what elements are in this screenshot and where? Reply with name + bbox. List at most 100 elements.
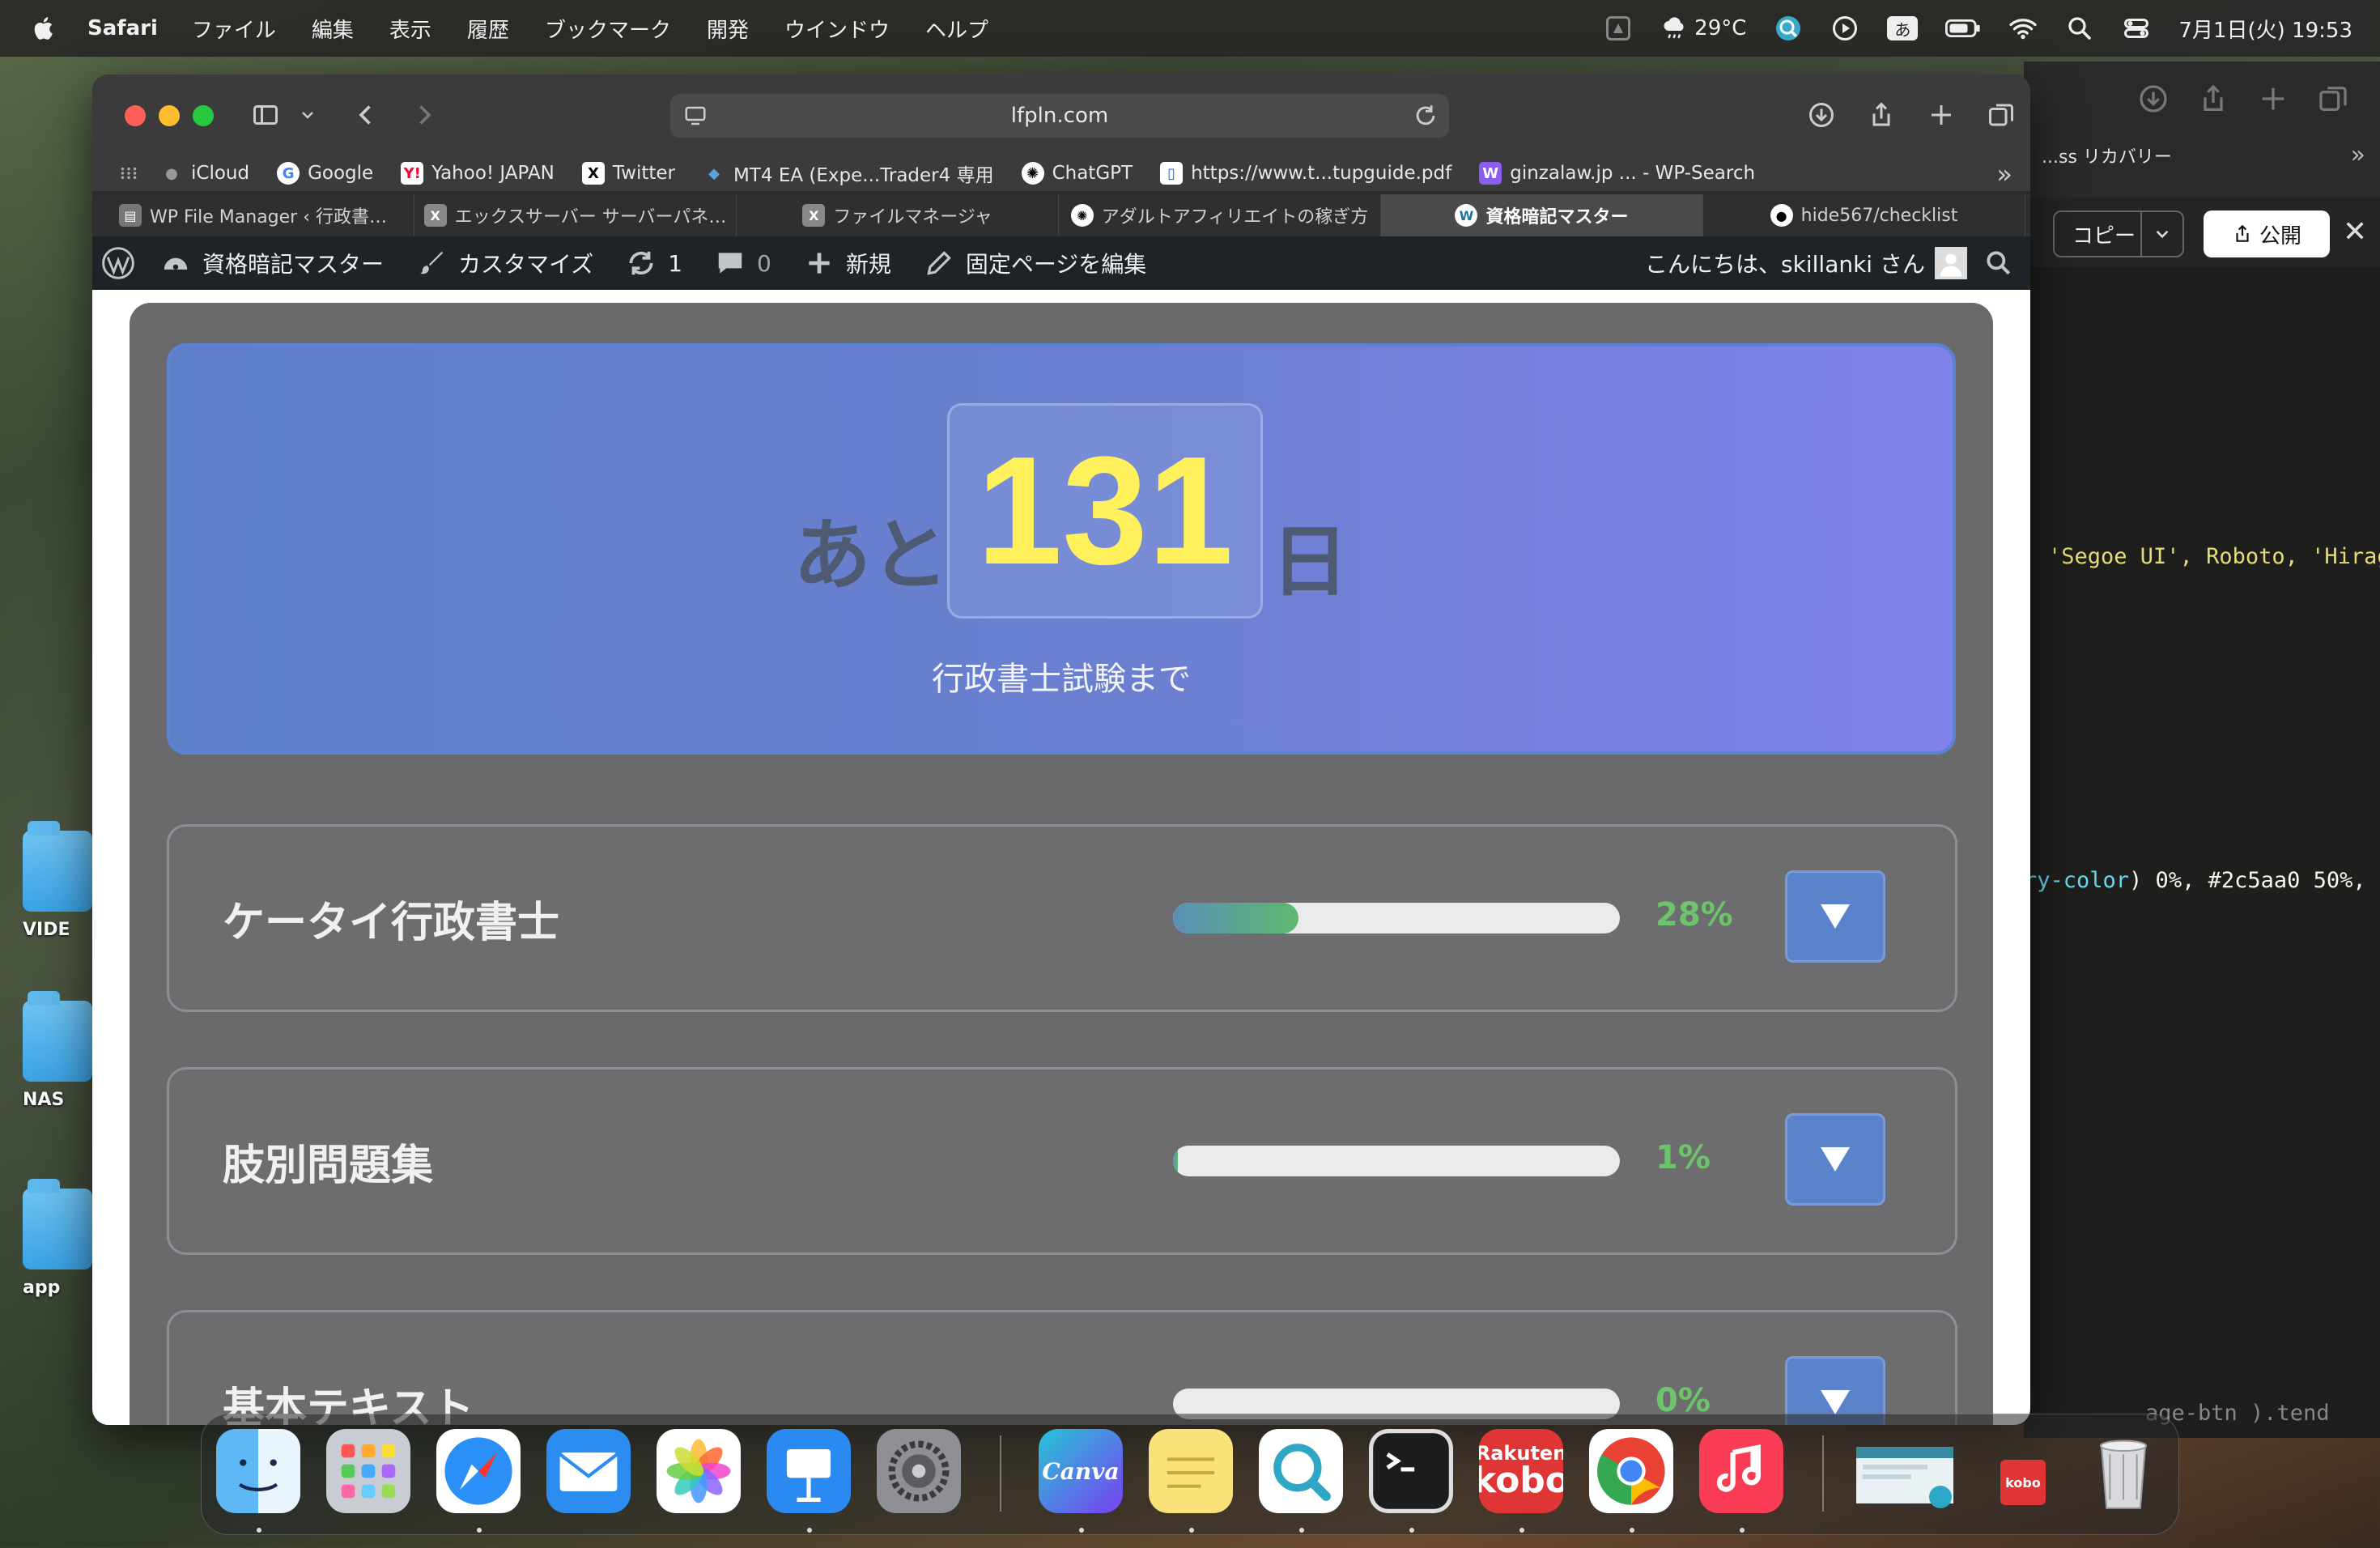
tab-xserver-panel[interactable]: X エックスサーバー サーバーパネ… bbox=[414, 194, 737, 236]
wp-site-name[interactable]: 資格暗記マスター bbox=[160, 247, 384, 279]
kobo-bottom-label: kobo bbox=[1479, 1460, 1563, 1501]
expand-button[interactable] bbox=[1785, 1113, 1885, 1206]
more-tabs-icon[interactable]: » bbox=[2351, 141, 2365, 169]
dock-stickies[interactable] bbox=[1149, 1429, 1233, 1513]
dock-finder[interactable] bbox=[216, 1429, 300, 1513]
spotlight-search-icon[interactable] bbox=[2065, 14, 2094, 43]
close-window-button[interactable] bbox=[125, 105, 146, 126]
tabs-overview-icon[interactable] bbox=[2317, 83, 2349, 115]
wp-edit-page[interactable]: 固定ページを編集 bbox=[924, 247, 1146, 279]
download-icon[interactable] bbox=[1804, 97, 1839, 133]
back-icon[interactable] bbox=[348, 97, 384, 133]
input-mode-indicator[interactable]: あ bbox=[1887, 16, 1919, 40]
menu-bookmarks[interactable]: ブックマーク bbox=[545, 14, 671, 44]
chevron-down-icon[interactable] bbox=[2140, 212, 2182, 256]
new-tab-icon[interactable] bbox=[1923, 97, 1959, 133]
expand-button[interactable] bbox=[1785, 870, 1885, 963]
study-card[interactable]: ケータイ行政書士 28% bbox=[167, 824, 1957, 1012]
tab-chatgpt[interactable]: ✺ アダルトアフィリエイトの稼ぎ方 bbox=[1059, 194, 1381, 236]
menu-window[interactable]: ウインドウ bbox=[784, 14, 890, 44]
editor-tab-recovery[interactable]: ...ss リカバリー bbox=[2042, 142, 2172, 168]
forward-icon[interactable] bbox=[406, 97, 442, 133]
menu-help[interactable]: ヘルプ bbox=[925, 14, 988, 44]
zoom-window-button[interactable] bbox=[193, 105, 214, 126]
menu-view[interactable]: 表示 bbox=[389, 14, 431, 44]
desktop-folder-label: NAS bbox=[23, 1090, 65, 1110]
favorite-twitter[interactable]: X Twitter bbox=[581, 162, 675, 185]
address-bar[interactable]: lfpln.com bbox=[670, 94, 1449, 138]
wp-updates[interactable]: 1 bbox=[626, 248, 682, 279]
share-icon[interactable] bbox=[1864, 97, 1899, 133]
favorite-chatgpt[interactable]: ✺ ChatGPT bbox=[1021, 162, 1133, 185]
menu-file[interactable]: ファイル bbox=[192, 14, 276, 44]
wp-edit-page-label: 固定ページを編集 bbox=[965, 251, 1147, 278]
apple-menu-icon[interactable] bbox=[31, 15, 58, 42]
menu-edit[interactable]: 編集 bbox=[312, 14, 354, 44]
publish-button[interactable]: 公開 bbox=[2204, 211, 2330, 257]
favorite-yahoo[interactable]: Y! Yahoo! JAPAN bbox=[401, 162, 555, 185]
control-center-icon[interactable] bbox=[2122, 14, 2151, 43]
wp-search-icon[interactable] bbox=[1983, 248, 2014, 279]
tab-shikaku-anki[interactable]: W 資格暗記マスター bbox=[1381, 194, 1703, 236]
menu-history[interactable]: 履歴 bbox=[467, 14, 509, 44]
drive-icon[interactable] bbox=[1604, 14, 1633, 43]
share-icon[interactable] bbox=[2197, 83, 2229, 115]
wp-new[interactable]: 新規 bbox=[804, 247, 891, 279]
progress-percent: 28% bbox=[1655, 896, 1733, 933]
plus-icon[interactable] bbox=[2257, 83, 2289, 115]
favorite-icloud[interactable]: ● iCloud bbox=[160, 162, 249, 185]
chevron-down-icon[interactable] bbox=[290, 97, 325, 133]
more-favorites-icon[interactable]: » bbox=[1996, 159, 2012, 189]
copy-button[interactable]: コピー bbox=[2053, 211, 2184, 257]
dock-safari[interactable] bbox=[436, 1429, 521, 1513]
dock-proxyman[interactable] bbox=[1259, 1429, 1343, 1513]
dock-photos[interactable] bbox=[657, 1429, 741, 1513]
dock-kobo-document[interactable]: kobo bbox=[2000, 1460, 2046, 1505]
tab-file-manager[interactable]: X ファイルマネージャ bbox=[737, 194, 1059, 236]
favorite-mt4[interactable]: ◆ MT4 EA (Expe...Trader4 専用 bbox=[703, 159, 994, 187]
desktop-folder-app[interactable]: app bbox=[23, 1179, 92, 1298]
download-icon[interactable] bbox=[2137, 83, 2170, 115]
study-card[interactable]: 肢別問題集 1% bbox=[167, 1067, 1957, 1255]
minimize-window-button[interactable] bbox=[159, 105, 180, 126]
close-icon[interactable]: ✕ bbox=[2343, 215, 2367, 249]
wifi-icon[interactable] bbox=[2008, 14, 2038, 43]
dock-minimized-window[interactable] bbox=[1853, 1429, 1957, 1513]
play-circle-icon[interactable] bbox=[1830, 14, 1859, 43]
menu-develop[interactable]: 開発 bbox=[707, 14, 749, 44]
wp-my-account[interactable]: こんにちは、skillanki さん bbox=[1645, 247, 1967, 279]
study-card[interactable]: 基本テキスト 0% bbox=[167, 1310, 1957, 1425]
dock-trash[interactable] bbox=[2081, 1429, 2165, 1513]
page-settings-icon[interactable] bbox=[683, 104, 708, 128]
dock-keynote[interactable] bbox=[767, 1429, 851, 1513]
sidebar-toggle-icon[interactable] bbox=[248, 97, 283, 133]
favorite-pdf[interactable]: ▯ https://www.t...tupguide.pdf bbox=[1160, 162, 1451, 185]
tab-github-checklist[interactable]: ● hide567/checklist bbox=[1703, 194, 2025, 236]
wp-customize[interactable]: カスタマイズ bbox=[416, 247, 593, 279]
favorite-google[interactable]: G Google bbox=[277, 162, 373, 185]
tabs-overview-icon[interactable] bbox=[1983, 97, 2019, 133]
dock-terminal[interactable] bbox=[1369, 1429, 1453, 1513]
running-indicator bbox=[1519, 1528, 1524, 1533]
wp-comments[interactable]: 0 bbox=[715, 248, 771, 279]
dock-system-settings[interactable] bbox=[877, 1429, 961, 1513]
weather-widget[interactable]: 29°C bbox=[1660, 14, 1746, 43]
dock-chrome[interactable] bbox=[1589, 1429, 1673, 1513]
reload-icon[interactable] bbox=[1412, 102, 1439, 130]
proxyman-status-icon[interactable] bbox=[1774, 14, 1803, 43]
dock-rakuten-kobo[interactable]: Rakuten kobo bbox=[1479, 1429, 1563, 1513]
dock-music[interactable] bbox=[1699, 1429, 1783, 1513]
menu-app-name[interactable]: Safari bbox=[87, 16, 158, 40]
dock-mail[interactable] bbox=[546, 1429, 631, 1513]
clock[interactable]: 7月1日(火) 19:53 bbox=[2178, 14, 2352, 44]
battery-icon[interactable] bbox=[1945, 18, 1981, 39]
desktop-folder-nas[interactable]: NAS bbox=[23, 991, 92, 1110]
dock-launchpad[interactable] bbox=[326, 1429, 410, 1513]
desktop-folder-video[interactable]: VIDE bbox=[23, 821, 92, 940]
favorite-wp-search[interactable]: Wginzalaw.jp ... - WP-Search bbox=[1479, 162, 1755, 185]
tab-wp-file-manager[interactable]: ▤ WP File Manager ‹ 行政書… bbox=[92, 194, 414, 236]
dock-canva[interactable]: Canva bbox=[1039, 1429, 1123, 1513]
wordpress-logo-icon[interactable] bbox=[100, 245, 136, 281]
safari-window: lfpln.com ● iCloud G Google Y! Yahoo! JAPAN… bbox=[92, 74, 2030, 1425]
favorites-grid-icon[interactable] bbox=[118, 163, 139, 184]
